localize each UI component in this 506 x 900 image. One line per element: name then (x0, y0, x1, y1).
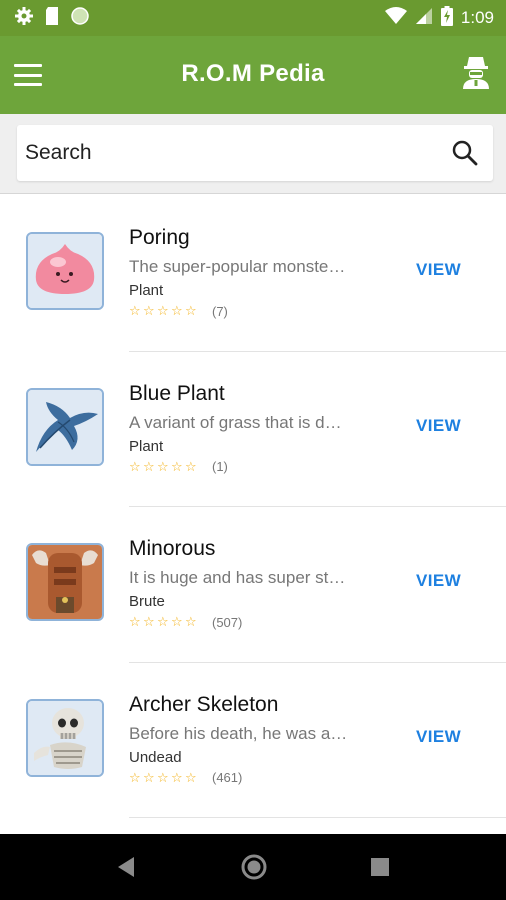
rating-count: (507) (212, 614, 243, 630)
recents-icon[interactable] (370, 857, 390, 882)
list-item[interactable]: Archer Skeleton Before his death, he was… (0, 663, 506, 818)
star-outline-icon: ☆ (157, 769, 169, 785)
monster-description: Before his death, he was a… (129, 723, 348, 743)
star-outline-icon: ☆ (185, 458, 197, 474)
star-outline-icon: ☆ (157, 458, 169, 474)
star-outline-icon: ☆ (129, 458, 141, 474)
star-outline-icon: ☆ (185, 303, 197, 318)
monster-type: Plant (129, 282, 164, 299)
star-outline-icon: ☆ (143, 614, 155, 629)
search-icon[interactable] (451, 139, 479, 167)
battery-charging-icon (440, 5, 453, 31)
navigation-bar (0, 834, 506, 900)
monster-description: It is huge and has super st… (129, 568, 346, 587)
monster-thumbnail-blue-plant (26, 387, 104, 466)
star-outline-icon: ☆ (171, 303, 183, 318)
cell-signal-icon (415, 7, 433, 30)
divider (129, 817, 506, 818)
wifi-icon (384, 6, 407, 30)
monster-description: A variant of grass that is d… (129, 412, 342, 432)
back-icon[interactable] (116, 856, 136, 883)
rating: ☆ ☆ ☆ ☆ ☆ (7) (129, 303, 228, 319)
star-outline-icon: ☆ (185, 614, 197, 629)
star-outline-icon: ☆ (157, 303, 169, 318)
view-button[interactable]: VIEW (416, 416, 461, 436)
monster-thumbnail-archer-skeleton (26, 698, 104, 777)
home-icon[interactable] (240, 853, 268, 886)
view-button[interactable]: VIEW (416, 260, 461, 280)
rating: ☆ ☆ ☆ ☆ ☆ (461) (129, 770, 242, 786)
star-outline-icon: ☆ (171, 614, 183, 629)
star-outline-icon: ☆ (157, 614, 169, 629)
monster-type: Brute (129, 593, 165, 610)
star-outline-icon: ☆ (143, 458, 155, 474)
app-bar: R.O.M Pedia (0, 36, 506, 114)
monster-list: Poring The super-popular monste… Plant ☆… (0, 196, 506, 834)
monster-description: The super-popular monste… (129, 257, 346, 276)
app-title: R.O.M Pedia (181, 60, 325, 87)
monster-name: Minorous (129, 537, 216, 560)
monster-name: Blue Plant (129, 381, 225, 405)
star-rating: ☆ ☆ ☆ ☆ ☆ (129, 303, 198, 319)
rating-count: (1) (212, 459, 228, 474)
star-outline-icon: ☆ (185, 769, 197, 785)
search-input[interactable] (17, 125, 437, 181)
monster-thumbnail-minorous (26, 543, 104, 621)
status-bar: 1:09 (0, 0, 506, 36)
monster-type: Undead (129, 748, 182, 766)
star-rating: ☆ ☆ ☆ ☆ ☆ (129, 614, 198, 630)
rating: ☆ ☆ ☆ ☆ ☆ (1) (129, 459, 228, 475)
star-outline-icon: ☆ (171, 458, 183, 474)
monster-type: Plant (129, 437, 164, 455)
list-item[interactable]: Poring The super-popular monste… Plant ☆… (0, 196, 506, 352)
monster-thumbnail-poring (26, 232, 104, 310)
view-button[interactable]: VIEW (416, 571, 461, 591)
sd-card-icon (44, 6, 60, 31)
star-outline-icon: ☆ (171, 769, 183, 785)
star-outline-icon: ☆ (129, 303, 141, 318)
list-item[interactable]: Minorous It is huge and has super st… Br… (0, 507, 506, 663)
rating-count: (7) (212, 303, 228, 319)
star-outline-icon: ☆ (129, 614, 141, 629)
star-outline-icon: ☆ (143, 769, 155, 785)
rating: ☆ ☆ ☆ ☆ ☆ (507) (129, 614, 242, 630)
star-rating: ☆ ☆ ☆ ☆ ☆ (129, 459, 198, 475)
monster-name: Poring (129, 226, 190, 249)
star-outline-icon: ☆ (143, 303, 155, 318)
rating-count: (461) (212, 770, 243, 785)
view-button[interactable]: VIEW (416, 727, 461, 747)
list-item[interactable]: Blue Plant A variant of grass that is d…… (0, 352, 506, 507)
star-rating: ☆ ☆ ☆ ☆ ☆ (129, 770, 198, 786)
search-bar-container (0, 114, 506, 194)
monster-name: Archer Skeleton (129, 692, 279, 716)
star-outline-icon: ☆ (129, 769, 141, 785)
settings-icon (14, 6, 34, 31)
user-profile-icon[interactable] (460, 54, 492, 90)
search-box (17, 125, 493, 181)
clock: 1:09 (460, 8, 494, 27)
circle-icon (70, 6, 90, 31)
